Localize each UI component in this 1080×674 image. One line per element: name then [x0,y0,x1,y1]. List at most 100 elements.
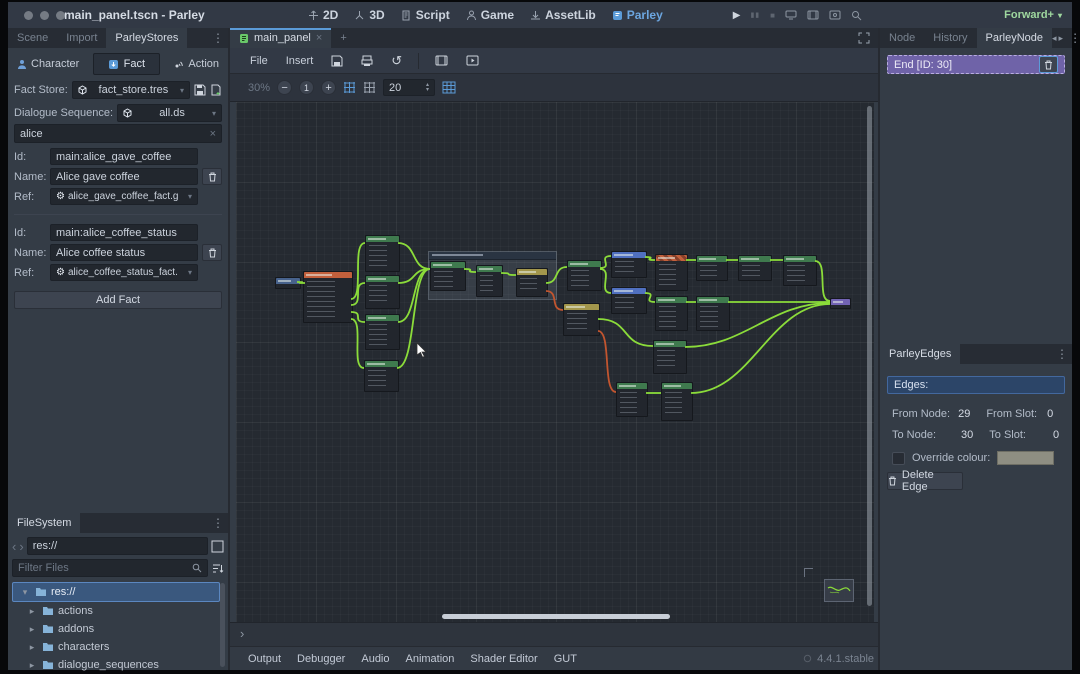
delete-fact-button[interactable] [202,168,222,185]
tab-filesystem[interactable]: FileSystem [8,513,80,533]
graph-vscrollbar[interactable] [867,106,872,606]
mode-character-button[interactable]: Character [14,58,82,70]
tab-history[interactable]: History [924,28,976,48]
spin-down-icon[interactable]: ▾ [426,88,429,93]
dialogue-sequence-select[interactable]: all.ds ▾ [117,104,222,122]
clear-search-icon[interactable]: × [210,128,216,140]
graph-edge-green[interactable] [351,312,365,322]
save-fact-store-icon[interactable] [194,84,206,96]
graph-node[interactable] [365,275,400,309]
graph-node[interactable] [516,268,548,297]
export-icon[interactable] [361,55,373,67]
tab-parleynode[interactable]: ParleyNode [977,28,1052,48]
fact-search-input[interactable]: alice × [14,124,222,143]
graph-edge-green[interactable] [351,283,365,305]
tab-game[interactable]: Game [466,8,514,22]
tab-script[interactable]: Script [401,8,450,22]
history-forward-icon[interactable]: ▸ [1057,33,1066,44]
fact-id-input[interactable]: main:alice_gave_coffee [50,148,198,165]
graph-node[interactable] [830,298,851,309]
close-tab-icon[interactable]: × [316,32,322,44]
graph-node[interactable] [430,261,466,291]
dock-menu-icon[interactable]: ⋮ [208,31,228,45]
save-icon[interactable] [331,55,343,67]
close-window-icon[interactable] [24,11,33,20]
tab-main-panel[interactable]: main_panel × [230,28,331,48]
graph-node[interactable] [738,255,772,281]
remote-debug-icon[interactable] [785,10,797,20]
delete-node-button[interactable] [1039,56,1058,73]
minimap-toggle-icon[interactable] [442,81,456,94]
graph-node[interactable] [365,235,400,272]
tree-expanded-icon[interactable]: ▾ [19,587,31,598]
tree-item-addons[interactable]: ▸ addons [12,620,220,638]
dock-menu-icon[interactable]: ⋮ [1052,347,1072,361]
graph-node[interactable] [616,382,648,417]
graph-node[interactable] [563,303,600,336]
tab-parley[interactable]: Parley [612,8,663,22]
filter-files-input[interactable]: Filter Files [12,559,208,577]
file-menu[interactable]: File [242,55,276,67]
tab-node[interactable]: Node [880,28,924,48]
tab-3d[interactable]: 3D [354,8,384,22]
colour-swatch[interactable] [997,451,1054,465]
graph-node[interactable] [696,255,728,281]
graph-node[interactable] [365,314,400,350]
fact-ref-select[interactable]: ⚙ alice_coffee_status_fact. ▾ [50,264,198,281]
tree-item-dialogue-sequences[interactable]: ▸ dialogue_sequences [12,656,220,674]
graph-node[interactable] [611,251,647,278]
new-fact-store-icon[interactable] [210,84,222,96]
tab-parleystores[interactable]: ParleyStores [106,28,187,48]
bottom-tab-animation[interactable]: Animation [400,653,461,665]
dock-menu-icon[interactable]: ⋮ [1065,31,1080,45]
new-tab-button[interactable]: + [331,28,355,48]
history-forward-icon[interactable]: › [19,539,23,554]
movie-writer-icon[interactable] [829,10,841,20]
selected-node-item[interactable]: End [ID: 30] [887,55,1065,74]
delete-edge-button[interactable]: Delete Edge [887,472,963,490]
graph-edge-green[interactable] [351,243,365,299]
profiler-icon[interactable] [851,10,862,21]
snap-distance-spinner[interactable]: 20 ▴ ▾ [383,79,435,96]
sort-files-icon[interactable] [212,563,224,574]
fact-name-input[interactable]: Alice coffee status [50,244,198,261]
tab-import[interactable]: Import [57,28,106,48]
tree-collapsed-icon[interactable]: ▸ [26,642,38,653]
graph-edge-green[interactable] [598,319,653,346]
grid-toggle-icon[interactable] [363,81,376,94]
graph-edge-green[interactable] [398,269,430,283]
graph-node[interactable] [476,265,503,297]
graph-node[interactable] [303,271,353,323]
history-back-icon[interactable]: ‹ [12,539,16,554]
graph-node[interactable] [661,382,693,421]
fact-ref-select[interactable]: ⚙ alice_gave_coffee_fact.g ▾ [50,188,198,205]
test-dialogue-icon[interactable] [435,55,448,66]
graph-node[interactable] [364,360,399,392]
tab-assetlib[interactable]: AssetLib [530,8,596,22]
graph-hscrollbar[interactable] [442,614,670,619]
tree-collapsed-icon[interactable]: ▸ [26,660,38,671]
distraction-free-icon[interactable] [858,32,870,44]
bottom-tab-gut[interactable]: GUT [548,653,583,665]
bottom-tab-shader-editor[interactable]: Shader Editor [464,653,543,665]
edges-header[interactable]: Edges: [887,376,1065,394]
mode-action-button[interactable]: Action [170,58,222,70]
bottom-tab-debugger[interactable]: Debugger [291,653,351,665]
graph-edge-red[interactable] [598,331,616,392]
pause-icon[interactable]: ▮▮ [750,11,760,19]
refresh-icon[interactable]: ↺ [391,53,402,69]
snap-toggle-icon[interactable] [343,81,356,94]
graph-node[interactable] [611,287,647,314]
graph-canvas[interactable] [236,102,874,622]
graph-edge-green[interactable] [398,243,430,269]
graph-edge-green[interactable] [398,269,430,322]
graph-minimap[interactable] [824,579,854,602]
zoom-out-button[interactable]: − [277,80,292,95]
tree-collapsed-icon[interactable]: ▸ [26,624,38,635]
tree-item-root[interactable]: ▾ res:// [12,582,220,602]
graph-node[interactable] [567,260,602,291]
fact-name-input[interactable]: Alice gave coffee [50,168,198,185]
path-input[interactable]: res:// [27,537,208,555]
movie-maker-icon[interactable] [807,10,819,20]
bottom-tab-audio[interactable]: Audio [355,653,395,665]
